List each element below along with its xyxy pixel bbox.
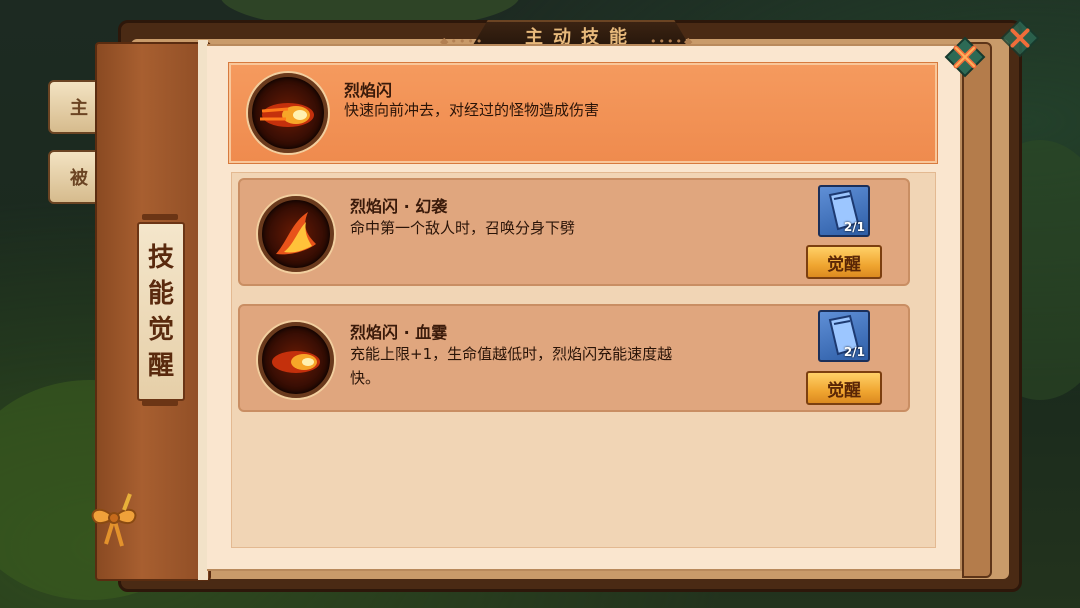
skill-book-icon[interactable]: 2/1: [818, 185, 870, 237]
spine-label-char: 觉: [147, 314, 174, 345]
item-count: 2/1: [843, 345, 865, 359]
awakening-name: 烈焰闪 · 血霎: [350, 323, 448, 342]
fire-dash-icon: [258, 322, 334, 398]
flame-slash-icon: [258, 196, 334, 272]
awakening-description-cont: 快。: [350, 369, 381, 387]
fire-dash-icon: [248, 73, 328, 153]
page-right-edge: [962, 42, 992, 578]
awaken-button[interactable]: 觉醒: [806, 245, 882, 279]
ribbon-bow-icon: [91, 493, 137, 547]
awaken-button[interactable]: 觉醒: [806, 371, 882, 405]
spine-label-char: 技: [147, 242, 174, 273]
awakening-description: 充能上限+1，生命值越低时，烈焰闪充能速度越: [350, 345, 673, 363]
tab-label: 被: [70, 168, 88, 189]
skill-book-icon[interactable]: 2/1: [818, 310, 870, 362]
spine-ornament: [142, 214, 178, 220]
close-icon[interactable]: [944, 36, 986, 78]
spine-label-char: 能: [147, 278, 174, 309]
close-icon: [1000, 18, 1040, 58]
awakening-description: 命中第一个敌人时，召唤分身下劈: [350, 219, 576, 237]
tab-label: 主: [70, 98, 88, 119]
spine-label-plate: 技 能 觉 醒: [137, 222, 185, 401]
item-count: 2/1: [843, 220, 865, 234]
awakening-name: 烈焰闪 · 幻袭: [350, 197, 448, 216]
spine-label-char: 醒: [147, 350, 174, 381]
skill-description: 快速向前冲去，对经过的怪物造成伤害: [344, 101, 600, 119]
spine-ornament: [142, 400, 178, 406]
